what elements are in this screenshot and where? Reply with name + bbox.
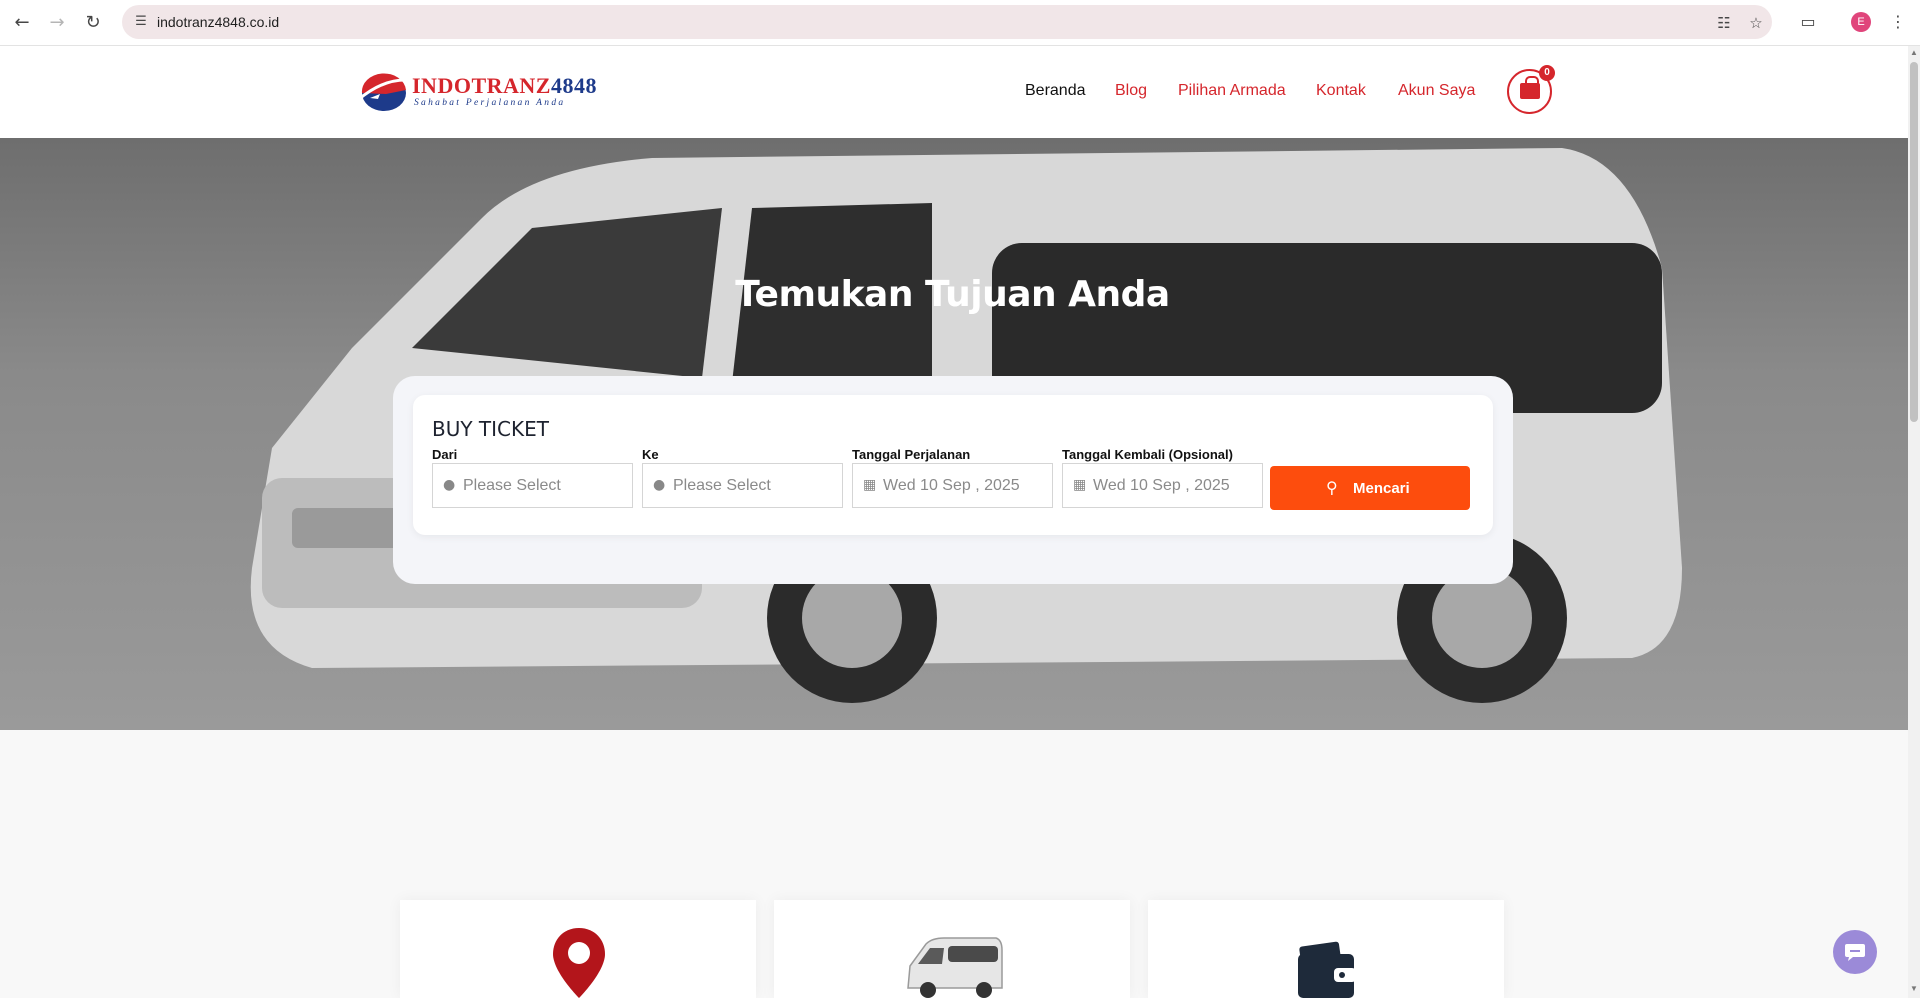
scroll-down-icon[interactable]: ▼ (1910, 984, 1918, 993)
card-title: BUY TICKET (432, 417, 549, 441)
page-scrollbar[interactable]: ▲ ▼ (1908, 46, 1920, 998)
map-marker-icon: ● (443, 477, 456, 493)
return-date-value: Wed 10 Sep , 2025 (1093, 477, 1230, 494)
nav-kontak[interactable]: Kontak (1316, 82, 1366, 100)
chat-bubble-icon (1845, 944, 1865, 961)
reload-icon[interactable]: ↻ (81, 10, 105, 34)
logo-text: INDOTRANZ4848 (412, 73, 597, 99)
to-label: Ke (642, 447, 659, 462)
calendar-icon: ▦ (1073, 477, 1087, 493)
buy-ticket-card: BUY TICKET Dari ● Please Select Ke ● Ple… (413, 395, 1493, 535)
feature-card-fleet (774, 900, 1130, 998)
back-icon[interactable]: ← (10, 10, 34, 34)
search-icon: ⚲ (1326, 478, 1338, 497)
nav-akun-saya[interactable]: Akun Saya (1398, 82, 1475, 100)
logo-tagline: Sahabat Perjalanan Anda (414, 98, 566, 108)
extensions-icon[interactable]: ▭ (1797, 11, 1819, 33)
from-label: Dari (432, 447, 458, 462)
feature-card-location (400, 900, 756, 998)
hero-banner: Temukan Tujuan Anda BUY TICKET Dari ● Pl… (0, 138, 1908, 730)
site-logo[interactable]: INDOTRANZ4848 Sahabat Perjalanan Anda (356, 68, 596, 114)
return-date-label: Tanggal Kembali (Opsional) (1062, 447, 1233, 462)
nav-blog[interactable]: Blog (1115, 82, 1147, 100)
logo-name-red: INDOTRANZ (412, 73, 551, 98)
from-select[interactable]: ● Please Select (432, 463, 633, 508)
search-button[interactable]: ⚲ Mencari (1270, 466, 1470, 510)
to-value: Please Select (673, 477, 771, 494)
forward-icon[interactable]: → (45, 10, 69, 34)
depart-date-label: Tanggal Perjalanan (852, 447, 971, 462)
feature-card-payment (1148, 900, 1504, 998)
search-button-label: Mencari (1353, 480, 1410, 497)
site-header: INDOTRANZ4848 Sahabat Perjalanan Anda Be… (0, 46, 1908, 138)
from-value: Please Select (463, 477, 561, 494)
to-select[interactable]: ● Please Select (642, 463, 843, 508)
nav-beranda[interactable]: Beranda (1025, 82, 1086, 100)
scroll-up-icon[interactable]: ▲ (1910, 48, 1918, 57)
bookmark-star-icon[interactable]: ☆ (1746, 13, 1766, 33)
scrollbar-thumb[interactable] (1910, 62, 1918, 422)
address-bar[interactable]: ☰ indotranz4848.co.id ☷ ☆ (122, 5, 1772, 39)
browser-toolbar: ← → ↻ ☰ indotranz4848.co.id ☷ ☆ ▭ E ⋮ (0, 0, 1920, 46)
url-text[interactable]: indotranz4848.co.id (157, 14, 279, 30)
depart-date-field[interactable]: ▦ Wed 10 Sep , 2025 (852, 463, 1053, 508)
wallet-icon (1298, 941, 1356, 998)
site-info-icon[interactable]: ☰ (132, 13, 150, 31)
calendar-icon: ▦ (863, 477, 877, 493)
logo-name-blue: 4848 (550, 73, 597, 98)
search-panel: BUY TICKET Dari ● Please Select Ke ● Ple… (393, 376, 1513, 584)
van-icon (907, 937, 1003, 998)
profile-avatar[interactable]: E (1851, 12, 1871, 32)
chat-widget-button[interactable] (1833, 930, 1877, 974)
map-pin-icon (553, 928, 605, 998)
return-date-field[interactable]: ▦ Wed 10 Sep , 2025 (1062, 463, 1263, 508)
cart-button[interactable]: 0 (1507, 65, 1555, 114)
map-marker-icon: ● (653, 477, 666, 493)
hero-title: Temukan Tujuan Anda (735, 274, 1170, 315)
shopping-bag-icon (1520, 76, 1540, 99)
translate-icon[interactable]: ☷ (1714, 13, 1734, 33)
browser-menu-icon[interactable]: ⋮ (1887, 11, 1909, 33)
logo-emblem-icon (357, 73, 411, 111)
depart-date-value: Wed 10 Sep , 2025 (883, 477, 1020, 494)
cart-count-badge: 0 (1539, 65, 1555, 81)
nav-pilihan-armada[interactable]: Pilihan Armada (1178, 82, 1286, 100)
